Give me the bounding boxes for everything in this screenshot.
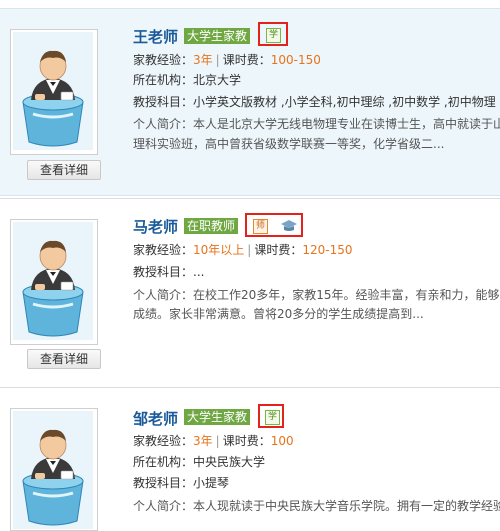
experience-value: 3年 <box>193 53 213 67</box>
fee-value: 100 <box>270 434 294 448</box>
subjects-label: 教授科目： <box>133 95 194 109</box>
fee-label: 课时费： <box>254 243 303 257</box>
separator: | <box>247 243 252 257</box>
subjects-value: 小学英文版教材 ,小学全科,初中理综 ,初中数学 ,初中物理 <box>193 95 496 109</box>
org-value: 北京大学 <box>193 73 242 87</box>
organization-line: 所在机构：中央民族大学 <box>133 454 265 470</box>
experience-fee-line: 家教经验：3年 | 课时费：100 <box>133 433 294 449</box>
tutor-card: 邹老师 大学生家教 学 家教经验：3年 | 课时费：100 所在机构：中央民族大学 … <box>0 387 500 531</box>
experience-value: 10年以上 <box>193 243 245 257</box>
intro-label: 个人简介： <box>133 499 194 513</box>
avatar[interactable] <box>10 219 98 345</box>
avatar[interactable] <box>10 408 98 531</box>
fee-label: 课时费： <box>222 434 271 448</box>
experience-value: 3年 <box>193 434 213 448</box>
intro-line-2: 成绩。家长非常满意。曾将20多分的学生成绩提高到... <box>133 307 424 321</box>
intro-label: 个人简介： <box>133 288 194 302</box>
subjects-value: 小提琴 <box>193 476 230 490</box>
view-detail-button[interactable]: 查看详细 <box>27 349 101 369</box>
tutor-name[interactable]: 邹老师 <box>133 408 178 429</box>
intro-line: 个人简介：本人是北京大学无线电物理专业在读博士生，高中就读于山 <box>133 116 500 132</box>
avatar[interactable] <box>10 29 98 155</box>
subjects-line: 教授科目：... <box>133 264 204 280</box>
org-label: 所在机构： <box>133 455 194 469</box>
cert-icons-frame: 学 <box>258 404 284 428</box>
subjects-label: 教授科目： <box>133 265 194 279</box>
subjects-line: 教授科目：小提琴 <box>133 475 229 491</box>
experience-label: 家教经验： <box>133 243 194 257</box>
org-label: 所在机构： <box>133 73 194 87</box>
graduate-cap-icon <box>281 220 297 231</box>
experience-fee-line: 家教经验：3年 | 课时费：100-150 <box>133 52 321 68</box>
experience-fee-line: 家教经验：10年以上 | 课时费：120-150 <box>133 242 353 258</box>
tutor-type-badge: 在职教师 <box>184 218 239 234</box>
student-cert-icon: 学 <box>266 28 281 43</box>
separator: | <box>215 434 220 448</box>
intro-line: 个人简介：在校工作20多年，家教15年。经验丰富，有亲和力，能够 <box>133 287 500 303</box>
student-cert-icon: 学 <box>265 410 280 425</box>
intro-text: 在校工作20多年，家教15年。经验丰富，有亲和力，能够 <box>193 288 500 302</box>
fee-label: 课时费： <box>222 53 271 67</box>
experience-label: 家教经验： <box>133 53 194 67</box>
intro-line-2: 理科实验班，高中曾获省级数学联赛一等奖，化学省级二... <box>133 137 445 151</box>
fee-value: 100-150 <box>270 53 321 67</box>
tutor-card: 查看详细 王老师 大学生家教 学 家教经验：3年 | 课时费：100-150 所在机… <box>0 8 500 196</box>
cert-icons-frame: 学 <box>258 22 288 46</box>
subjects-value: ... <box>193 265 205 279</box>
org-value: 中央民族大学 <box>193 455 266 469</box>
subjects-line: 教授科目：小学英文版教材 ,小学全科,初中理综 ,初中数学 ,初中物理 <box>133 94 496 110</box>
fee-value: 120-150 <box>302 243 353 257</box>
tutor-type-badge: 大学生家教 <box>184 409 251 425</box>
separator: | <box>215 53 220 67</box>
tutor-card: 查看详细 马老师 在职教师 师 家教经验：10年以上 | 课时费：120-150 教… <box>0 198 500 385</box>
view-detail-button[interactable]: 查看详细 <box>27 160 101 180</box>
intro-line: 个人简介：本人现就读于中央民族大学音乐学院。拥有一定的教学经验 <box>133 498 500 514</box>
tutor-name[interactable]: 马老师 <box>133 216 178 237</box>
subjects-label: 教授科目： <box>133 476 194 490</box>
intro-text: 本人现就读于中央民族大学音乐学院。拥有一定的教学经验 <box>193 499 500 513</box>
tutor-type-badge: 大学生家教 <box>184 28 251 44</box>
tutor-name[interactable]: 王老师 <box>133 26 178 47</box>
teacher-cert-icon: 师 <box>253 219 268 234</box>
experience-label: 家教经验： <box>133 434 194 448</box>
intro-text: 本人是北京大学无线电物理专业在读博士生，高中就读于山 <box>193 117 500 131</box>
cert-icons-frame: 师 <box>245 213 303 237</box>
intro-label: 个人简介： <box>133 117 194 131</box>
organization-line: 所在机构：北京大学 <box>133 72 241 88</box>
